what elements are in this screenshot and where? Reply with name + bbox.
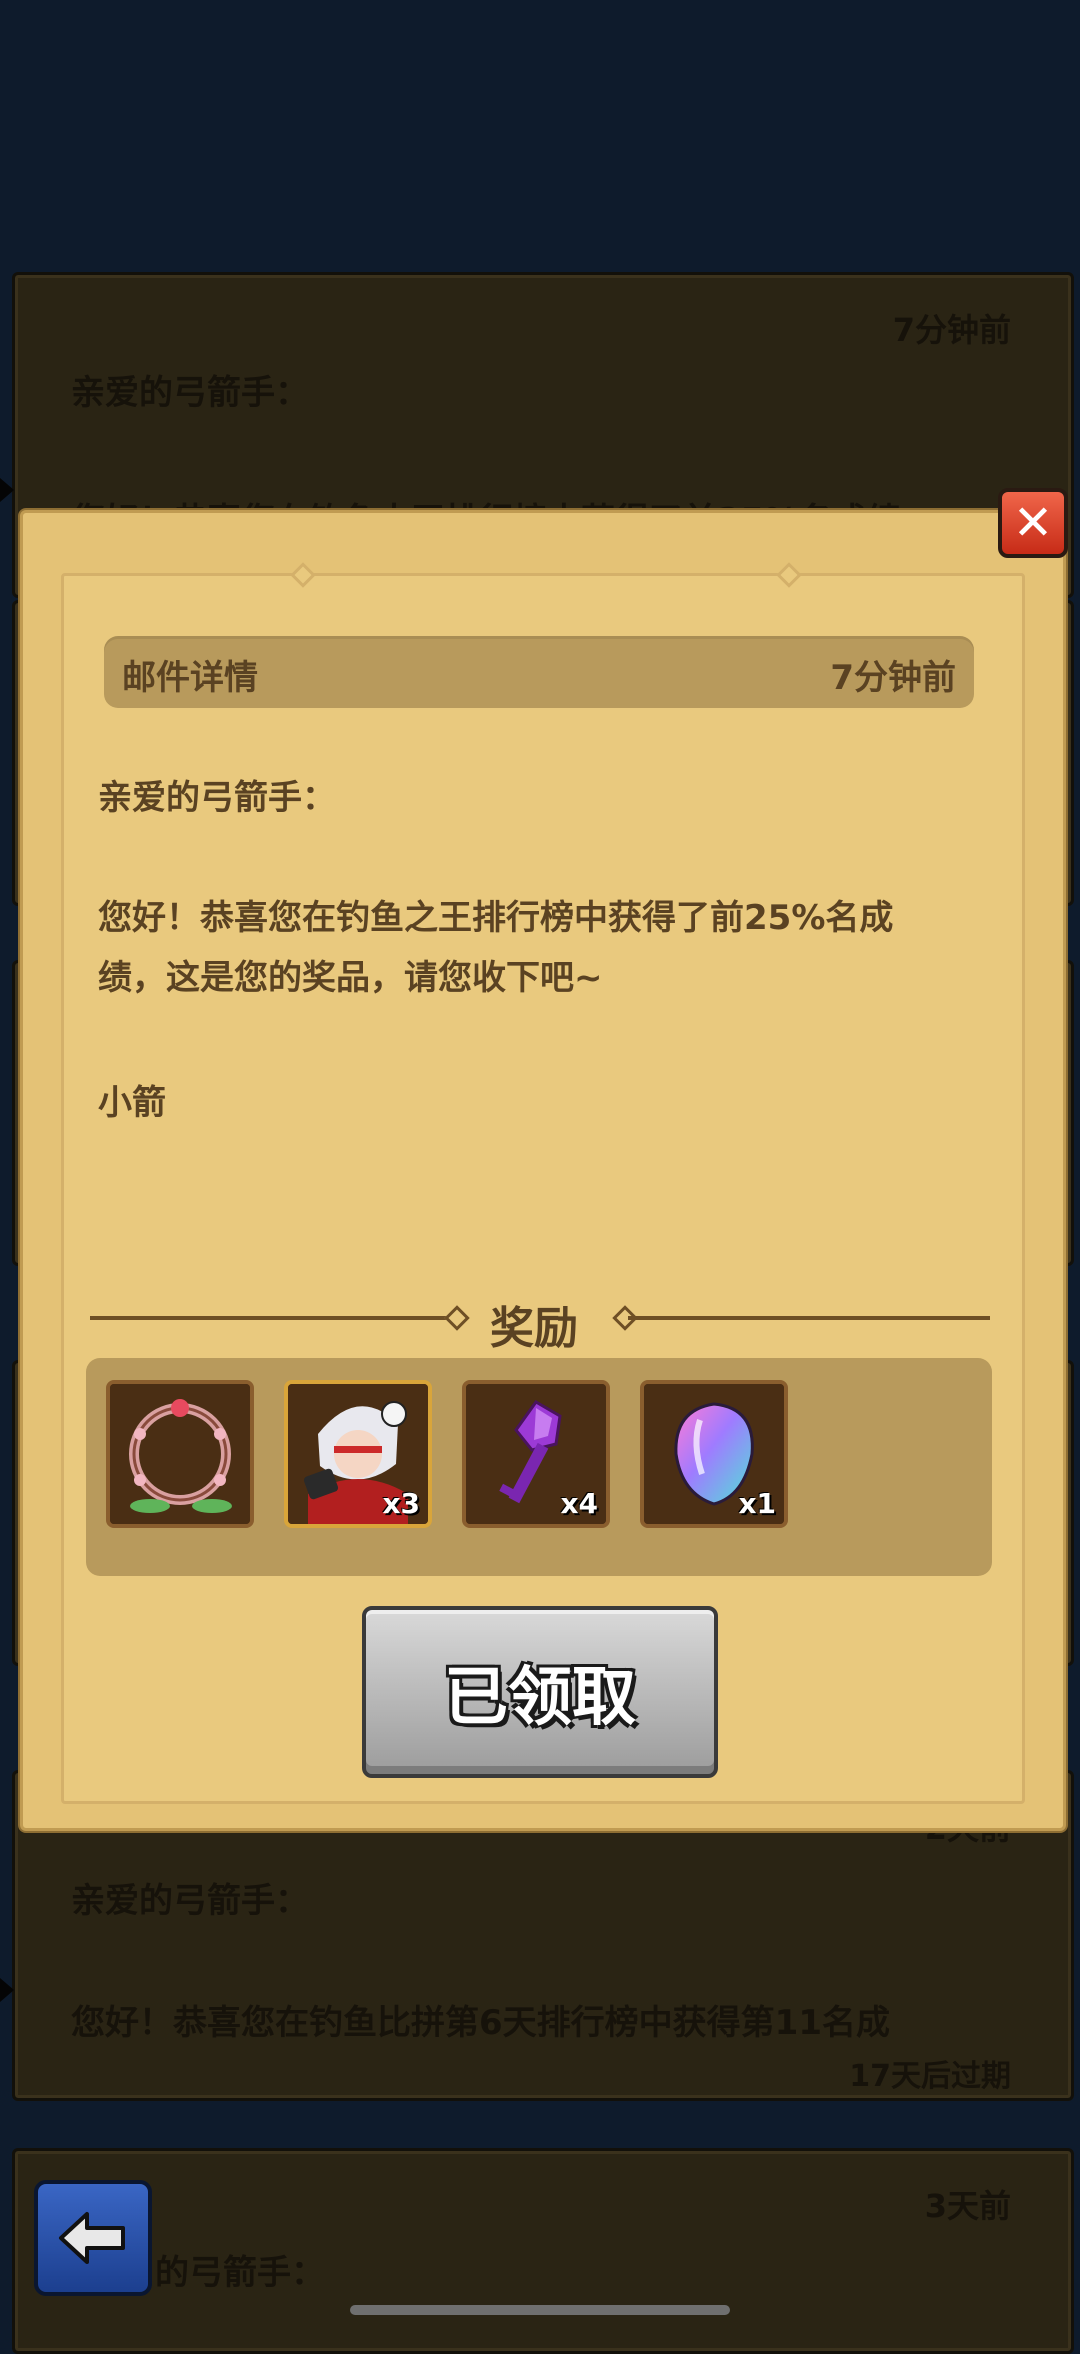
reward-quantity: x4	[560, 1487, 598, 1520]
reward-item[interactable]: x1	[640, 1380, 788, 1528]
reward-quantity: x3	[382, 1487, 420, 1520]
mail-time: 7分钟前	[892, 311, 1011, 349]
mail-card[interactable]: 3天前 的弓箭手：	[12, 2148, 1074, 2354]
list-marker	[0, 478, 14, 502]
mail-header-time: 7分钟前	[830, 658, 956, 698]
back-button[interactable]	[34, 2180, 152, 2296]
close-icon: ✕	[1012, 495, 1054, 551]
reward-quantity: x1	[738, 1487, 776, 1520]
mail-greeting: 亲爱的弓箭手：	[71, 373, 309, 413]
frame-ornament	[776, 562, 802, 588]
list-marker	[0, 1978, 14, 2002]
claimed-button-label: 已领取	[444, 1661, 636, 1735]
divider-line	[90, 1316, 454, 1320]
rewards-title: 奖励	[490, 1303, 578, 1354]
mail-time: 3天前	[924, 2187, 1011, 2225]
mail-greeting: 亲爱的弓箭手：	[71, 1881, 309, 1921]
back-arrow-icon	[59, 2212, 125, 2264]
reward-item[interactable]: x4	[462, 1380, 610, 1528]
mail-header-title: 邮件详情	[122, 658, 258, 698]
claimed-button[interactable]: 已领取	[362, 1606, 718, 1778]
reward-item[interactable]: x3	[284, 1380, 432, 1528]
mail-signature: 小箭	[98, 1083, 166, 1123]
mail-greeting: 的弓箭手：	[155, 2253, 325, 2293]
close-button[interactable]: ✕	[998, 488, 1068, 558]
home-indicator[interactable]	[350, 2305, 730, 2315]
mail-header: 邮件详情 7分钟前	[104, 636, 974, 708]
mail-expiry: 17天后过期	[849, 2059, 1011, 2094]
flower-wreath-frame-icon	[110, 1384, 250, 1524]
mail-preview: 您好！恭喜您在钓鱼比拼第6天排行榜中获得第11名成	[71, 2003, 890, 2043]
divider-line	[628, 1316, 990, 1320]
mail-body-line: 您好！恭喜您在钓鱼之王排行榜中获得了前25%名成	[98, 898, 894, 938]
reward-item[interactable]	[106, 1380, 254, 1528]
mail-body-line: 绩，这是您的奖品，请您收下吧~	[98, 958, 603, 998]
mail-greeting: 亲爱的弓箭手：	[98, 778, 336, 818]
frame-ornament	[290, 562, 316, 588]
